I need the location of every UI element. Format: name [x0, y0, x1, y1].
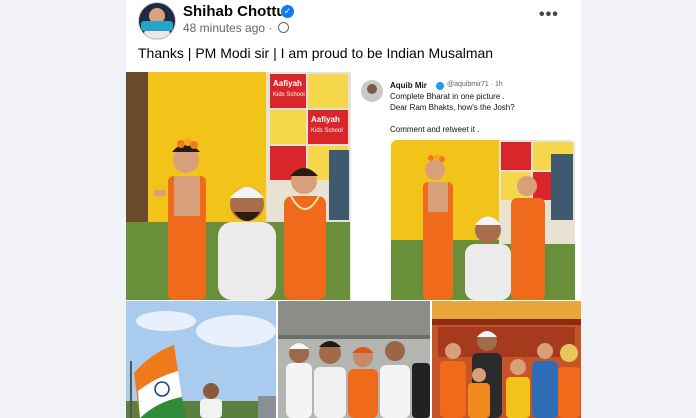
post-meta: 48 minutes ago ·: [183, 21, 289, 35]
school-sign-name: Aafiyah: [273, 79, 302, 88]
tweet-author-avatar[interactable]: [361, 80, 383, 102]
tweet-author-name[interactable]: Aquib Mir: [390, 81, 427, 90]
tweet-author-handle[interactable]: @aquibmir71 · 1h: [447, 81, 503, 88]
school-sign-subtitle: Kids School: [273, 92, 305, 98]
school-sign-subtitle-2: Kids School: [311, 128, 343, 134]
tweet-text-line-1: Complete Bharat in one picture .: [390, 92, 505, 101]
author-name[interactable]: Shihab Chottur: [183, 3, 291, 20]
tweet-embed[interactable]: Aquib Mir @aquibmir71 · 1h Complete Bhar…: [350, 72, 581, 300]
festival-photo[interactable]: [432, 301, 581, 418]
avatar-channel-logo: [141, 21, 173, 31]
flag-photo[interactable]: [126, 301, 276, 418]
meta-separator: ·: [268, 21, 273, 35]
more-options-button[interactable]: •••: [539, 6, 559, 24]
tweet-text-line-3: Comment and retweet it .: [390, 125, 480, 134]
main-photo[interactable]: Aafiyah Kids School Aafiyah Kids School: [126, 72, 350, 300]
tweet-verified-icon: [436, 82, 444, 90]
post-time[interactable]: 48 minutes ago: [183, 21, 265, 35]
public-globe-icon: [277, 22, 289, 33]
author-avatar[interactable]: [138, 2, 176, 40]
facebook-post: Shihab Chottur ✓ 48 minutes ago · ••• Th…: [126, 0, 581, 418]
post-text: Thanks | PM Modi sir | I am proud to be …: [138, 45, 494, 61]
post-header: Shihab Chottur ✓ 48 minutes ago · •••: [126, 0, 581, 40]
tweet-text-line-2: Dear Ram Bhakts, how's the Josh?: [390, 103, 515, 112]
school-sign-name-2: Aafiyah: [311, 115, 340, 124]
tweet-photo[interactable]: [391, 140, 575, 300]
verified-badge-icon: ✓: [281, 5, 294, 18]
group-photo[interactable]: [278, 301, 430, 418]
